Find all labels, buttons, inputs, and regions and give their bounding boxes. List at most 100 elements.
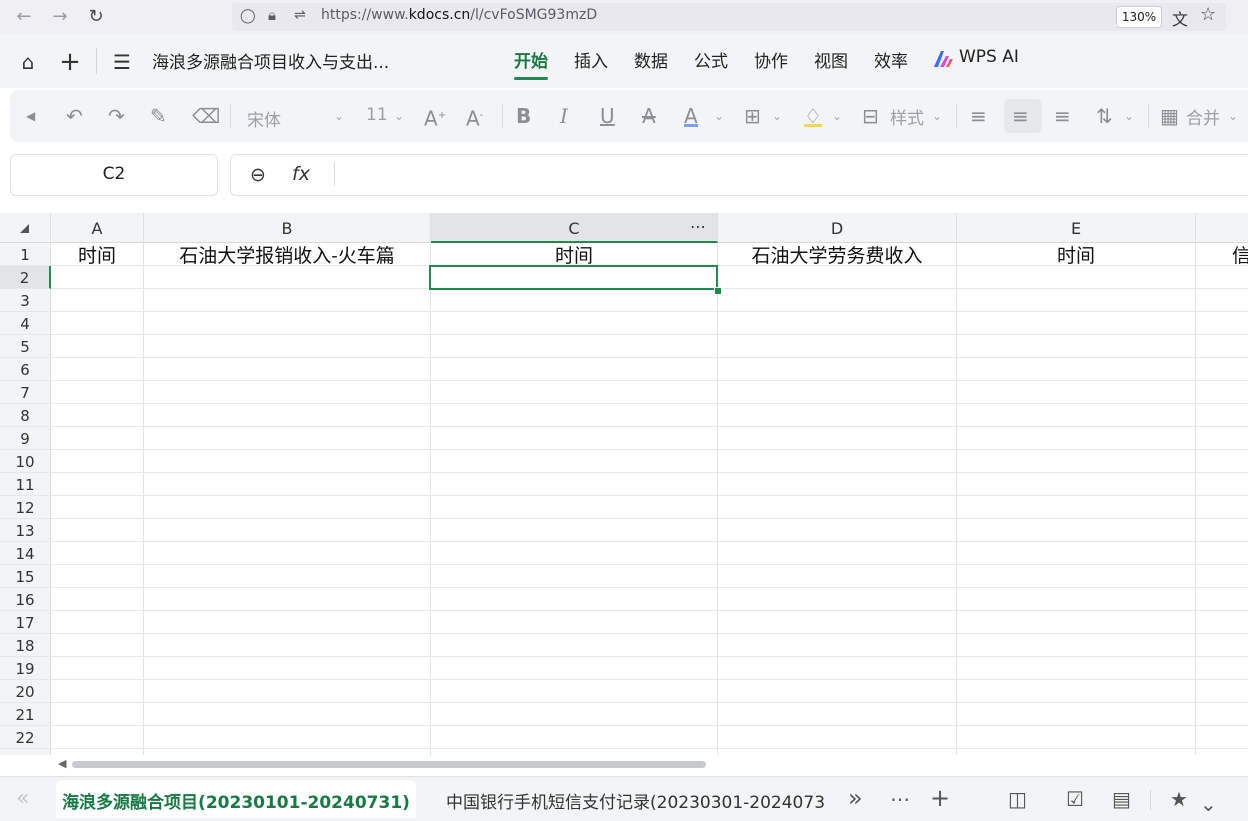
zoom-badge[interactable]: 130% xyxy=(1116,6,1162,28)
home-icon[interactable]: ⌂ xyxy=(16,50,40,74)
row-header-4[interactable]: 4 xyxy=(0,312,51,335)
forward-icon[interactable]: → xyxy=(48,5,72,29)
permissions-icon[interactable]: ⇌ xyxy=(294,7,306,23)
cell-a1[interactable]: 时间 xyxy=(51,243,143,266)
document-title[interactable]: 海浪多源融合项目收入与支出... xyxy=(152,48,389,73)
underline-icon[interactable]: U xyxy=(600,104,615,128)
row-header-6[interactable]: 6 xyxy=(0,358,51,381)
row-header-12[interactable]: 12 xyxy=(0,496,51,519)
merge-icon[interactable]: ▦ xyxy=(1160,104,1179,128)
align-right-icon[interactable]: ≡ xyxy=(1054,104,1071,128)
decrease-font-icon[interactable]: A- xyxy=(466,104,483,131)
row-header-11[interactable]: 11 xyxy=(0,473,51,496)
row-header-13[interactable]: 13 xyxy=(0,519,51,542)
fill-handle[interactable] xyxy=(714,287,722,295)
column-header-a[interactable]: A xyxy=(51,213,144,243)
fx-icon[interactable]: fx xyxy=(292,163,310,185)
strikethrough-icon[interactable]: A xyxy=(642,104,656,128)
style-chevron-icon[interactable]: ⌄ xyxy=(932,104,942,128)
column-header-e[interactable]: E xyxy=(957,213,1196,243)
tab-insert[interactable]: 插入 xyxy=(574,47,608,72)
row-header-2[interactable]: 2 xyxy=(0,266,51,289)
export-sheet-icon[interactable]: ▤ xyxy=(1112,787,1131,811)
selected-cell-c2[interactable] xyxy=(429,265,718,290)
align-center-icon[interactable]: ≡ xyxy=(1012,104,1029,128)
sheet-tab-2[interactable]: 中国银行手机短信支付记录(20230301-2024073 xyxy=(446,788,828,813)
row-header-10[interactable]: 10 xyxy=(0,450,51,473)
font-size-chevron-icon[interactable]: ⌄ xyxy=(394,104,404,128)
sheet-scroll-left-icon[interactable]: « xyxy=(16,786,29,811)
italic-icon[interactable]: I xyxy=(560,104,568,128)
sheet-tab-active-label[interactable]: 海浪多源融合项目(20230101-20240731) xyxy=(56,788,416,813)
font-name-select[interactable]: 宋体 xyxy=(247,106,281,131)
font-color-chevron-icon[interactable]: ⌄ xyxy=(714,104,724,128)
font-color-icon[interactable]: A xyxy=(684,104,698,128)
column-header-f[interactable] xyxy=(1196,213,1248,243)
row-header-22[interactable]: 22 xyxy=(0,726,51,749)
row-header-21[interactable]: 21 xyxy=(0,703,51,726)
font-name-chevron-icon[interactable]: ⌄ xyxy=(334,104,344,128)
redo-icon[interactable]: ↷ xyxy=(108,104,125,128)
sheet-scroll-right-icon[interactable]: » xyxy=(848,784,863,812)
bold-icon[interactable]: B xyxy=(516,104,531,128)
vertical-align-chevron-icon[interactable]: ⌄ xyxy=(1124,104,1134,128)
plugin-icon[interactable]: ★ xyxy=(1170,787,1188,811)
merge-button[interactable]: 合并 xyxy=(1186,104,1220,129)
add-sheet-icon[interactable]: + xyxy=(930,784,950,812)
borders-chevron-icon[interactable]: ⌄ xyxy=(772,104,782,128)
menu-icon[interactable]: ☰ xyxy=(110,50,134,74)
sheet-panel-icon[interactable]: ◫ xyxy=(1008,787,1027,811)
tab-formula[interactable]: 公式 xyxy=(694,47,728,72)
row-header-9[interactable]: 9 xyxy=(0,427,51,450)
more-sheets-icon[interactable]: ⋯ xyxy=(890,787,910,811)
format-painter-icon[interactable]: ✎ xyxy=(150,104,167,128)
vertical-align-icon[interactable]: ⇅ xyxy=(1096,104,1113,128)
row-header-16[interactable]: 16 xyxy=(0,588,51,611)
fill-color-icon[interactable]: ♢ xyxy=(804,104,822,128)
new-icon[interactable]: + xyxy=(58,49,82,75)
cell-c1[interactable]: 时间 xyxy=(431,243,717,266)
merge-chevron-icon[interactable]: ⌄ xyxy=(1228,104,1238,128)
bookmark-star-icon[interactable]: ☆ xyxy=(1200,4,1216,25)
horizontal-scroll-thumb[interactable] xyxy=(72,761,706,768)
cell-e1[interactable]: 时间 xyxy=(957,243,1195,266)
shield-icon[interactable]: ◯ xyxy=(240,8,256,24)
cell-d1[interactable]: 石油大学劳务费收入 xyxy=(718,243,956,266)
tab-collaborate[interactable]: 协作 xyxy=(754,47,788,72)
row-header-1[interactable]: 1 xyxy=(0,243,51,266)
tab-efficiency[interactable]: 效率 xyxy=(874,47,908,72)
tab-data[interactable]: 数据 xyxy=(634,47,668,72)
row-header-3[interactable]: 3 xyxy=(0,289,51,312)
row-header-14[interactable]: 14 xyxy=(0,542,51,565)
formula-bar[interactable] xyxy=(230,154,1248,196)
row-header-17[interactable]: 17 xyxy=(0,611,51,634)
row-header-15[interactable]: 15 xyxy=(0,565,51,588)
back-icon[interactable]: ← xyxy=(12,5,36,29)
formula-zoom-icon[interactable]: ⊖ xyxy=(250,164,266,186)
row-header-7[interactable]: 7 xyxy=(0,381,51,404)
row-header-18[interactable]: 18 xyxy=(0,634,51,657)
row-header-20[interactable]: 20 xyxy=(0,680,51,703)
cell-reference[interactable]: C2 xyxy=(10,164,218,184)
borders-icon[interactable]: ⊞ xyxy=(744,104,761,128)
reload-icon[interactable]: ↻ xyxy=(84,5,108,29)
increase-font-icon[interactable]: A+ xyxy=(424,104,446,131)
lock-icon[interactable]: 🔒︎ xyxy=(268,6,276,24)
scroll-left-icon[interactable]: ◀ xyxy=(58,757,66,770)
plugin-chevron-icon[interactable]: ⌄ xyxy=(1200,792,1217,816)
cell-b1[interactable]: 石油大学报销收入-火车篇 xyxy=(144,243,430,266)
column-header-d[interactable]: D xyxy=(718,213,957,243)
column-more-icon[interactable]: ⋯ xyxy=(690,217,707,236)
row-header-5[interactable]: 5 xyxy=(0,335,51,358)
column-header-c[interactable]: C xyxy=(431,213,718,243)
row-header-23[interactable]: 23 xyxy=(0,749,51,755)
cell-f1[interactable]: 信 xyxy=(1196,243,1248,266)
spreadsheet-grid[interactable]: A B C ⋯ D E 1 2 3 4 5 6 7 8 9 10 11 12 13 14 15 16 17 18 1… xyxy=(0,213,1248,755)
align-left-icon[interactable]: ≡ xyxy=(970,104,987,128)
column-header-b[interactable]: B xyxy=(144,213,431,243)
cell-style-icon[interactable]: ⊟ xyxy=(862,104,879,128)
select-all-corner[interactable] xyxy=(0,213,51,243)
row-header-8[interactable]: 8 xyxy=(0,404,51,427)
tab-start[interactable]: 开始 xyxy=(514,47,548,72)
url-text[interactable]: https://www.kdocs.cn/l/cvFoSMG93mzD xyxy=(321,7,597,23)
